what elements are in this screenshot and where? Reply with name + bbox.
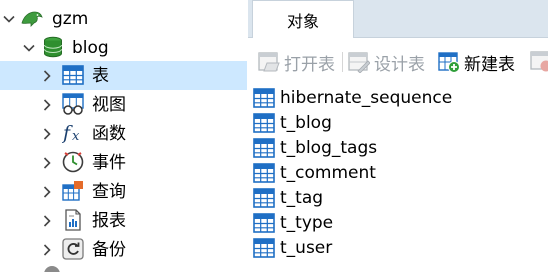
svg-text:x: x [72,129,80,144]
tab-strip: 对象 [248,0,548,38]
table-icon [253,237,275,259]
design-table-icon [348,51,370,73]
table-name: t_tag [280,188,324,208]
open-table-button[interactable]: 打开表 [258,49,335,75]
tree-item-functions[interactable]: f x 函数 [0,119,247,148]
design-table-button[interactable]: 设计表 [348,49,425,75]
table-name: t_blog [280,113,332,133]
database-label: blog [72,38,109,58]
chevron-down-icon[interactable] [22,41,36,55]
list-item[interactable]: hibernate_sequence [253,86,452,110]
table-icon [253,87,275,109]
connection-label: gzm [52,9,89,29]
list-item[interactable]: t_tag [253,186,323,210]
chevron-right-icon[interactable] [40,185,54,199]
chevron-right-icon[interactable] [40,214,54,228]
new-table-button[interactable]: 新建表 [438,49,515,75]
tree-item-label: 报表 [92,211,126,231]
object-list: hibernate_sequence t_blog t_blog_tags t_… [248,84,548,272]
tree-item-events[interactable]: 事件 [0,148,247,177]
list-item[interactable]: t_user [253,236,332,260]
new-table-icon [438,51,460,73]
tree-item-label: 事件 [92,153,126,173]
table-name: t_comment [280,163,376,183]
table-grid-icon [62,64,84,86]
chevron-right-icon[interactable] [40,69,54,83]
tree-item-backups[interactable]: 备份 [0,235,247,264]
chevron-right-icon[interactable] [40,243,54,257]
partial-node-icon [44,266,60,272]
list-item[interactable]: t_comment [253,161,376,185]
list-item[interactable]: t_type [253,211,333,235]
toolbar-divider [342,52,343,72]
delete-table-button[interactable] [530,50,548,72]
table-icon [253,137,275,159]
chevron-right-icon[interactable] [40,156,54,170]
tree-item-label: 表 [92,66,109,86]
object-panel: 对象 打开表 设计表 新建表 hibernate_sequence t_blog… [248,0,548,272]
table-icon [253,187,275,209]
list-item[interactable]: t_blog [253,111,332,135]
table-icon [253,212,275,234]
open-table-label: 打开表 [284,54,335,75]
open-table-icon [258,51,280,73]
tree-item-queries[interactable]: 查询 [0,177,247,206]
tree-database-blog[interactable]: blog [0,33,247,62]
design-table-label: 设计表 [374,54,425,75]
table-name: hibernate_sequence [280,88,453,108]
navigation-tree: gzm blog 表 视图 f x 函数 事件 查询 报表 备份 [0,0,247,272]
chevron-right-icon[interactable] [40,98,54,112]
table-icon [253,162,275,184]
table-name: t_user [280,238,333,258]
tree-item-label: 函数 [92,124,126,144]
view-glasses-icon [62,93,84,115]
new-table-label: 新建表 [464,54,515,75]
table-icon [253,112,275,134]
list-item[interactable]: t_blog_tags [253,136,377,160]
table-name: t_blog_tags [280,138,378,158]
query-table-icon [62,180,84,202]
table-name: t_type [280,213,334,233]
tree-item-label: 查询 [92,182,126,202]
report-document-icon [62,209,84,231]
tab-objects-label: 对象 [286,11,319,31]
tree-connection-gzm[interactable]: gzm [0,4,247,33]
chevron-down-icon[interactable] [2,12,16,26]
tree-item-reports[interactable]: 报表 [0,206,247,235]
tree-item-label: 备份 [92,240,126,260]
delete-table-icon [530,51,548,72]
tree-item-label: 视图 [92,95,126,115]
event-clock-icon [62,151,84,173]
function-fx-icon: f x [62,120,84,144]
object-toolbar: 打开表 设计表 新建表 [248,38,548,84]
backup-restore-icon [62,238,84,260]
dolphin-connection-icon [20,7,43,29]
tab-objects[interactable]: 对象 [252,0,354,38]
chevron-right-icon[interactable] [40,127,54,141]
tree-item-tables[interactable]: 表 [0,61,247,90]
database-icon [42,36,64,58]
tree-item-views[interactable]: 视图 [0,90,247,119]
